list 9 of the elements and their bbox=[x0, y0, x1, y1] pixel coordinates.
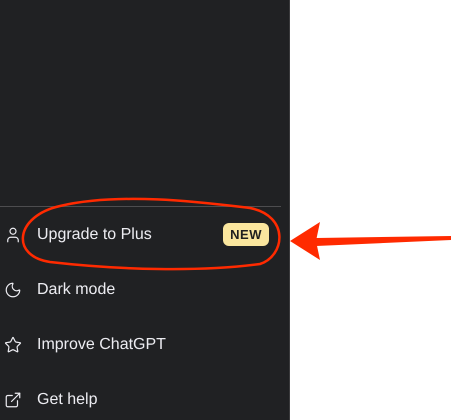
moon-icon bbox=[4, 280, 22, 298]
star-icon bbox=[4, 336, 22, 354]
person-icon bbox=[4, 226, 22, 244]
menu-item[interactable]: Improve ChatGPT bbox=[37, 336, 269, 354]
external-link-icon bbox=[4, 390, 22, 408]
new-badge: NEW bbox=[223, 223, 269, 246]
menu-item[interactable]: Dark mode bbox=[37, 280, 269, 298]
menu-item[interactable]: Get help bbox=[37, 390, 269, 408]
menu-item[interactable]: Upgrade to Plus bbox=[37, 226, 208, 244]
